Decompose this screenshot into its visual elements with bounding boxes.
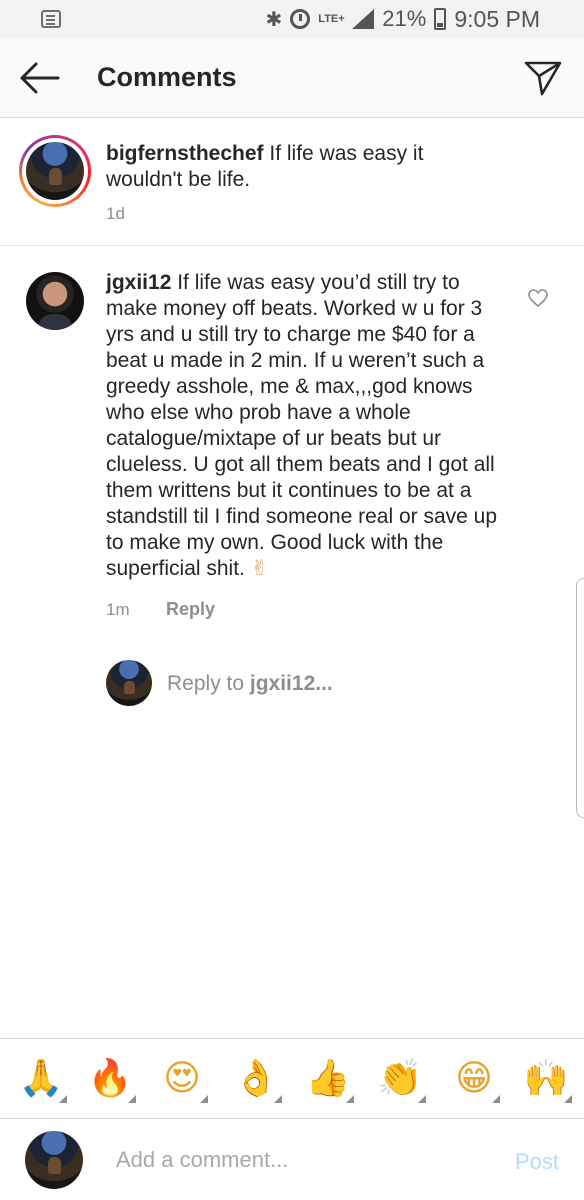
emoji-ok-hand[interactable]: 👌 — [228, 1051, 284, 1107]
battery-percent: 21% — [382, 6, 427, 31]
signal-icon — [352, 9, 375, 29]
notification-icon — [41, 10, 61, 28]
avatar — [26, 142, 84, 200]
post-button[interactable]: Post — [515, 1149, 559, 1175]
emoji-quick-bar: 🙏 🔥 😍 👌 👍 👏 😁 🙌 — [0, 1038, 584, 1119]
comment-username[interactable]: jgxii12 — [106, 271, 171, 294]
status-icons: ✱ LTE+ 21% 9:05 PM — [266, 6, 540, 32]
story-ring[interactable] — [19, 135, 91, 207]
heart-icon[interactable] — [527, 288, 549, 308]
status-bar: ✱ LTE+ 21% 9:05 PM — [0, 0, 584, 38]
caption-text: bigfernsthechef If life was easy it woul… — [106, 141, 486, 193]
emoji-clapping[interactable]: 👏 — [372, 1051, 428, 1107]
emoji-grin[interactable]: 😁 — [446, 1051, 502, 1107]
comment-text: jgxii12 If life was easy you’d still try… — [106, 270, 506, 582]
avatar[interactable] — [26, 272, 84, 330]
emoji-raised-hands[interactable]: 🙌 — [518, 1051, 574, 1107]
avatar — [25, 1131, 83, 1189]
clock: 9:05 PM — [454, 5, 540, 32]
comment-composer: Post — [0, 1120, 584, 1200]
battery-icon — [434, 8, 447, 30]
comment-body: If life was easy you’d still try to make… — [106, 271, 498, 580]
reply-input[interactable]: Reply to jgxii12... — [167, 672, 333, 696]
comment-timestamp: 1m — [106, 600, 130, 619]
caption-username[interactable]: bigfernsthechef — [106, 142, 264, 165]
reply-prefix: Reply to — [167, 672, 250, 695]
app-header: Comments — [0, 38, 584, 118]
paper-plane-icon[interactable] — [522, 56, 564, 98]
scrollbar[interactable] — [576, 578, 584, 818]
avatar — [106, 660, 152, 706]
alarm-icon — [290, 9, 311, 29]
page-title: Comments — [97, 62, 237, 92]
emoji-fire[interactable]: 🔥 — [82, 1051, 138, 1107]
reply-button[interactable]: Reply — [166, 599, 215, 620]
arrow-left-icon[interactable] — [18, 60, 60, 96]
emoji-thumbs-up[interactable]: 👍 — [300, 1051, 356, 1107]
network-type: LTE+ — [318, 13, 345, 25]
reply-target-username: jgxii12... — [249, 672, 333, 695]
emoji-folded-hands[interactable]: 🙏 — [13, 1051, 69, 1107]
bluetooth-icon: ✱ — [265, 8, 283, 31]
emoji-heart-eyes[interactable]: 😍 — [154, 1051, 210, 1107]
caption-timestamp: 1d — [106, 204, 125, 223]
comment-input[interactable] — [116, 1142, 486, 1178]
peace-sign-emoji: ✌ — [250, 557, 269, 580]
